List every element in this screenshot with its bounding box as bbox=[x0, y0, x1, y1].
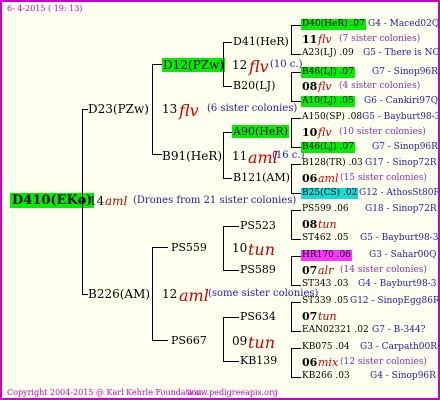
gen4-count-1: 11 bbox=[302, 33, 318, 46]
gen1-note-1: (6 sister colonies) bbox=[207, 103, 298, 114]
gen4-bottom-id-4: G12 - AthosSt80R bbox=[359, 188, 440, 198]
gen3-queen-6[interactable]: PS589 bbox=[240, 264, 276, 275]
gen2-queen-3[interactable]: PS559 bbox=[171, 242, 207, 253]
date-header: 6- 4-2015 ( 19: 13) bbox=[7, 4, 83, 13]
gen4-type-2: flv bbox=[318, 80, 332, 93]
gen4-note-3: (10 sister colonies) bbox=[339, 127, 426, 137]
gen4-count-3: 10 bbox=[302, 126, 318, 139]
gen4-note-2: (4 sister colonies) bbox=[339, 81, 421, 91]
gen4-count-5: 08 bbox=[302, 218, 318, 231]
gen4-bottom-id-5: G5 - Bayburt98-3 bbox=[360, 233, 439, 243]
gen1-type-1: flv bbox=[179, 101, 199, 120]
gen2-note-2: (16 c.) bbox=[272, 150, 305, 161]
gen4-count-6: 07 bbox=[302, 264, 318, 277]
gen2-type-1: flv bbox=[249, 57, 269, 76]
gen2-type-3: tun bbox=[248, 240, 276, 259]
gen4-note-1: (7 sister colonies) bbox=[339, 34, 421, 44]
footer-url-link[interactable]: www.pedigreeapis.org bbox=[187, 389, 278, 397]
gen2-count-1: 12 bbox=[232, 58, 248, 72]
gen2-queen-2[interactable]: B91(HeR) bbox=[162, 150, 222, 162]
gen4-top-id-8: G3 - Carpath00R bbox=[360, 342, 438, 352]
gen1-queen-1[interactable]: D23(PZw) bbox=[88, 103, 149, 115]
gen2-queen-1[interactable]: D12(PZw) bbox=[162, 58, 225, 72]
gen3-queen-7[interactable]: PS634 bbox=[240, 311, 276, 322]
gen4-bottom-1[interactable]: A23(LJ) .09 bbox=[302, 49, 354, 58]
gen4-bottom-3[interactable]: B46(LJ) .07 bbox=[301, 142, 355, 153]
gen3-queen-4[interactable]: B121(AM) bbox=[233, 172, 290, 183]
gen4-type-4: aml bbox=[318, 172, 339, 185]
gen4-count-4: 06 bbox=[302, 172, 318, 185]
gen4-top-2[interactable]: B46(LJ) .07 bbox=[301, 67, 355, 78]
gen4-top-1[interactable]: D40(HeR) .07 bbox=[301, 19, 366, 30]
gen4-top-id-3: G5 - Bayburt98-3 bbox=[362, 112, 440, 122]
gen4-top-5[interactable]: PS599 .06 bbox=[302, 205, 349, 214]
gen4-top-8[interactable]: KB075 .04 bbox=[302, 343, 350, 352]
gen4-bottom-5[interactable]: ST462 .05 bbox=[302, 234, 349, 243]
gen4-type-5: tun bbox=[318, 218, 337, 231]
gen2-type-4: tun bbox=[248, 333, 276, 352]
gen3-queen-8[interactable]: KB139 bbox=[240, 355, 277, 366]
gen4-type-6: alr bbox=[318, 264, 334, 277]
root-count: 14 bbox=[89, 194, 105, 208]
copyright-footer: Copyright 2004-2015 @ Karl Kehrle Founda… bbox=[7, 388, 204, 397]
gen4-bottom-id-7: G7 - B-344? bbox=[372, 325, 426, 335]
gen4-bottom-8[interactable]: KB266 .03 bbox=[302, 372, 350, 381]
gen4-note-6: (14 sister colonies) bbox=[340, 265, 427, 275]
root-note: (Drones from 21 sister colonies) bbox=[133, 195, 297, 206]
gen4-bottom-6[interactable]: ST343 .03 bbox=[302, 280, 349, 289]
gen4-top-id-6: G3 - Sahar00Q bbox=[369, 250, 437, 260]
gen4-top-id-2: G7 - Sinop96R bbox=[372, 67, 438, 77]
gen4-top-id-1: G4 - Maced02Q bbox=[368, 19, 440, 29]
gen4-top-3[interactable]: A150(SP) .08 bbox=[302, 113, 362, 122]
gen4-top-7[interactable]: ST339 .05 bbox=[302, 297, 349, 306]
gen2-count-2: 11 bbox=[232, 149, 248, 163]
gen4-top-id-4: G17 - Sinop72R bbox=[365, 158, 437, 168]
gen3-queen-3[interactable]: A90(HeR) bbox=[232, 125, 289, 138]
gen4-bottom-id-8: G4 - Sinop96R bbox=[370, 371, 436, 381]
gen2-note-1: (10 c.) bbox=[270, 59, 303, 70]
gen4-type-3: flv bbox=[318, 126, 332, 139]
gen2-count-4: 09 bbox=[232, 334, 248, 348]
gen4-count-8: 06 bbox=[302, 356, 318, 369]
pedigree-frame: 6- 4-2015 ( 19: 13) D410(EKo) 14 aml (Dr… bbox=[0, 0, 440, 400]
gen4-top-4[interactable]: B128(TR) .03 bbox=[302, 159, 363, 168]
gen4-type-7: tun bbox=[318, 310, 337, 323]
gen4-note-4: (15 sister colonies) bbox=[340, 173, 427, 183]
gen4-bottom-id-1: G5 - There is NO bbox=[363, 48, 440, 58]
gen3-queen-5[interactable]: PS523 bbox=[240, 220, 276, 231]
gen2-queen-4[interactable]: PS667 bbox=[171, 335, 207, 346]
gen4-count-2: 08 bbox=[302, 80, 318, 93]
gen1-count-2: 12 bbox=[162, 287, 178, 301]
gen4-bottom-id-3: G7 - Sinop96R bbox=[372, 142, 438, 152]
gen3-queen-2[interactable]: B20(LJ) bbox=[233, 80, 275, 91]
gen4-type-8: mix bbox=[318, 356, 339, 369]
gen4-bottom-4[interactable]: B25(CS) .02 bbox=[301, 188, 359, 199]
gen4-bottom-7[interactable]: EAN02321 .02 bbox=[302, 326, 369, 335]
gen1-queen-2[interactable]: B226(AM) bbox=[88, 288, 150, 300]
gen4-top-id-7: G12 - SinopEgg86R bbox=[350, 296, 440, 306]
gen4-top-6[interactable]: HR170 .06 bbox=[301, 250, 352, 261]
gen4-bottom-id-6: G4 - Bayburt98-3 bbox=[358, 279, 437, 289]
root-type: aml bbox=[105, 194, 128, 208]
gen4-note-8: (12 sister colonies) bbox=[340, 357, 427, 367]
gen4-top-id-5: G18 - Sinop72R bbox=[365, 204, 437, 214]
gen3-queen-1[interactable]: D41(HeR) bbox=[233, 36, 289, 47]
gen1-count-1: 13 bbox=[162, 102, 178, 116]
gen4-bottom-2[interactable]: A10(LJ) .05 bbox=[301, 96, 355, 107]
gen4-bottom-id-2: G6 - Cankiri97Q bbox=[364, 96, 439, 106]
gen2-count-3: 10 bbox=[232, 241, 248, 255]
gen4-type-1: flv bbox=[318, 33, 332, 46]
gen1-type-2: aml bbox=[179, 286, 209, 305]
gen4-count-7: 07 bbox=[302, 310, 318, 323]
